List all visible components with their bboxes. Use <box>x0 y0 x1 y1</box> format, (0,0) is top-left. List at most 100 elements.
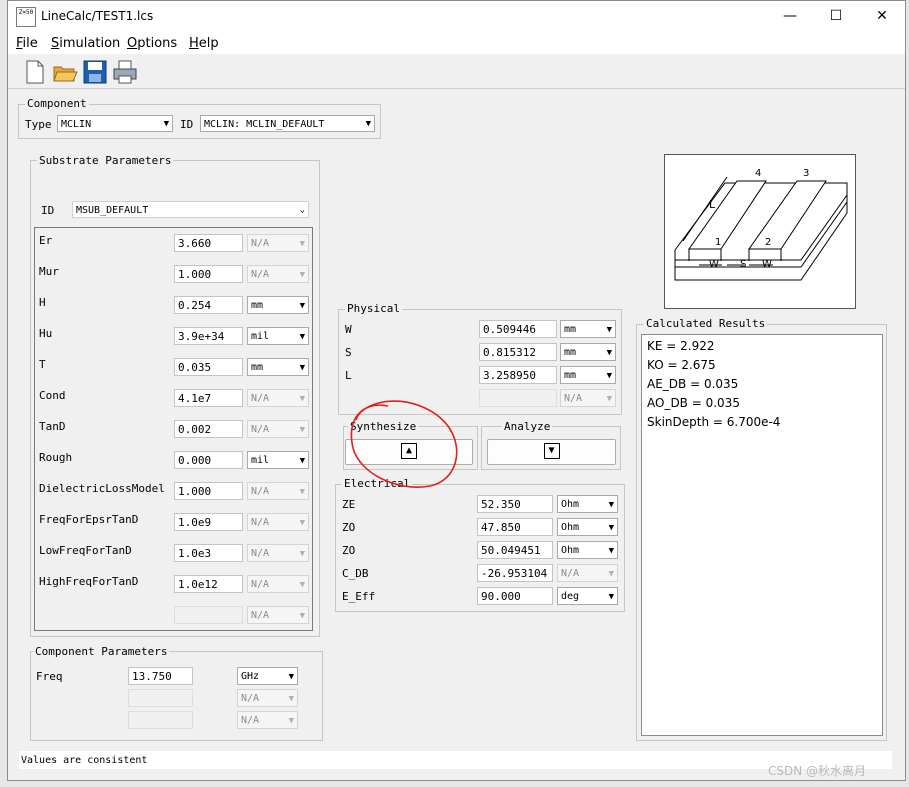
electrical-param-unit-select[interactable]: Ohm ▼ <box>557 495 618 513</box>
substrate-param-value-field[interactable]: 3.9e+34 <box>174 327 243 345</box>
physical-param-unit-select[interactable]: mm ▼ <box>560 343 616 361</box>
chevron-down-icon: ⌄ <box>299 205 305 215</box>
electrical-param-value-field[interactable]: 90.000 <box>477 587 553 605</box>
component-param-value-field[interactable] <box>128 689 193 707</box>
menu-file[interactable]: File <box>16 36 38 51</box>
component-param-unit-select[interactable]: GHz ▼ <box>237 667 298 685</box>
chevron-down-icon: ▼ <box>288 716 294 726</box>
result-line: AE_DB = 0.035 <box>647 377 739 391</box>
substrate-param-label: HighFreqForTanD <box>39 575 139 588</box>
substrate-param-value-field[interactable]: 1.0e12 <box>174 575 243 593</box>
electrical-param-unit-select[interactable]: Ohm ▼ <box>557 541 618 559</box>
minimize-button[interactable]: — <box>767 1 813 32</box>
substrate-param-unit-select[interactable]: N/A ▼ <box>247 234 309 252</box>
type-select-value: MCLIN <box>61 119 92 130</box>
substrate-param-value-field[interactable] <box>174 606 243 624</box>
component-param-value-field[interactable] <box>128 711 193 729</box>
substrate-param-unit-select[interactable]: mm ▼ <box>247 296 309 314</box>
substrate-param-label: T <box>39 358 46 371</box>
results-legend: Calculated Results <box>644 317 768 330</box>
substrate-param-value-field[interactable]: 0.000 <box>174 451 243 469</box>
unit-value: N/A <box>564 393 583 404</box>
substrate-param-value-field[interactable]: 3.660 <box>174 234 243 252</box>
electrical-param-label: ZO <box>342 544 356 557</box>
physical-param-label: S <box>345 346 352 359</box>
chevron-down-icon: ▼ <box>299 611 305 621</box>
substrate-param-value-field[interactable]: 1.000 <box>174 265 243 283</box>
new-file-icon[interactable] <box>22 59 48 85</box>
electrical-param-value-field[interactable]: 50.049451 <box>477 541 553 559</box>
maximize-button[interactable]: ☐ <box>813 1 859 32</box>
component-param-unit-select[interactable]: N/A ▼ <box>237 711 298 729</box>
watermark: CSDN @秋水离月 <box>768 764 867 778</box>
analyze-button[interactable]: ▼ <box>487 439 616 465</box>
electrical-param-unit-select[interactable]: Ohm ▼ <box>557 518 618 536</box>
menu-simulation[interactable]: Simulation <box>51 36 120 51</box>
substrate-param-value-field[interactable]: 4.1e7 <box>174 389 243 407</box>
substrate-param-value-field[interactable]: 1.0e9 <box>174 513 243 531</box>
save-disk-icon[interactable] <box>82 59 108 85</box>
unit-value: Ohm <box>561 499 580 510</box>
chevron-down-icon: ▼ <box>288 694 294 704</box>
unit-value: N/A <box>251 579 270 590</box>
substrate-param-unit-select[interactable]: N/A ▼ <box>247 575 309 593</box>
unit-value: N/A <box>251 269 270 280</box>
open-folder-icon[interactable] <box>52 59 78 85</box>
substrate-param-unit-select[interactable]: N/A ▼ <box>247 606 309 624</box>
electrical-param-value-field[interactable]: 47.850 <box>477 518 553 536</box>
substrate-param-value-field[interactable]: 0.254 <box>174 296 243 314</box>
physical-param-value-field[interactable] <box>479 389 557 407</box>
substrate-param-unit-select[interactable]: N/A ▼ <box>247 544 309 562</box>
substrate-param-value-field[interactable]: 1.0e3 <box>174 544 243 562</box>
component-param-value-field[interactable]: 13.750 <box>128 667 193 685</box>
substrate-param-label: Cond <box>39 389 66 402</box>
substrate-param-unit-select[interactable]: mm ▼ <box>247 358 309 376</box>
substrate-param-unit-select[interactable]: N/A ▼ <box>247 420 309 438</box>
physical-param-value-field[interactable]: 0.815312 <box>479 343 557 361</box>
unit-value: N/A <box>561 568 580 579</box>
substrate-param-unit-select[interactable]: N/A ▼ <box>247 265 309 283</box>
physical-param-label: L <box>345 369 352 382</box>
physical-param-value-field[interactable]: 3.258950 <box>479 366 557 384</box>
menu-help[interactable]: Help <box>189 36 219 51</box>
electrical-param-unit-select[interactable]: deg ▼ <box>557 587 618 605</box>
chevron-down-icon: ▼ <box>606 371 612 381</box>
length-l-label: L <box>709 198 716 211</box>
substrate-param-value-field[interactable]: 1.000 <box>174 482 243 500</box>
unit-value: deg <box>561 591 580 602</box>
substrate-param-label: Rough <box>39 451 73 464</box>
substrate-param-unit-select[interactable]: mil ▼ <box>247 327 309 345</box>
substrate-id-label: ID <box>41 204 55 217</box>
close-button[interactable]: ✕ <box>859 1 905 32</box>
type-label: Type <box>25 118 52 131</box>
component-param-unit-select[interactable]: N/A ▼ <box>237 689 298 707</box>
substrate-param-value-field[interactable]: 0.035 <box>174 358 243 376</box>
electrical-param-value-field[interactable]: 52.350 <box>477 495 553 513</box>
substrate-param-unit-select[interactable]: N/A ▼ <box>247 482 309 500</box>
substrate-param-value-field[interactable]: 0.002 <box>174 420 243 438</box>
type-select[interactable]: MCLIN ▼ <box>57 115 173 132</box>
unit-value: N/A <box>251 517 270 528</box>
physical-param-unit-select[interactable]: mm ▼ <box>560 366 616 384</box>
coupled-line-diagram: 4 3 L 1 2 W S W <box>664 154 856 309</box>
substrate-param-unit-select[interactable]: N/A ▼ <box>247 513 309 531</box>
electrical-param-value-field[interactable]: -26.953104 <box>477 564 553 582</box>
substrate-param-unit-select[interactable]: N/A ▼ <box>247 389 309 407</box>
substrate-id-select[interactable]: MSUB_DEFAULT ⌄ <box>72 201 309 218</box>
physical-param-unit-select[interactable]: N/A ▼ <box>560 389 616 407</box>
chevron-down-icon: ▼ <box>299 394 305 404</box>
physical-param-unit-select[interactable]: mm ▼ <box>560 320 616 338</box>
substrate-param-label: Mur <box>39 265 59 278</box>
substrate-param-unit-select[interactable]: mil ▼ <box>247 451 309 469</box>
print-icon[interactable] <box>112 59 138 85</box>
electrical-param-label: E_Eff <box>342 590 376 603</box>
menu-options[interactable]: Options <box>127 36 177 51</box>
chevron-down-icon: ▼ <box>299 518 305 528</box>
physical-param-value-field[interactable]: 0.509446 <box>479 320 557 338</box>
unit-value: mm <box>251 300 264 311</box>
electrical-param-unit-select[interactable]: N/A ▼ <box>557 564 618 582</box>
electrical-param-label: C_DB <box>342 567 369 580</box>
component-id-select[interactable]: MCLIN: MCLIN_DEFAULT ▼ <box>200 115 375 132</box>
result-line: KO = 2.675 <box>647 358 716 372</box>
results-list: KE = 2.922 KO = 2.675 AE_DB = 0.035 AO_D… <box>641 334 883 736</box>
